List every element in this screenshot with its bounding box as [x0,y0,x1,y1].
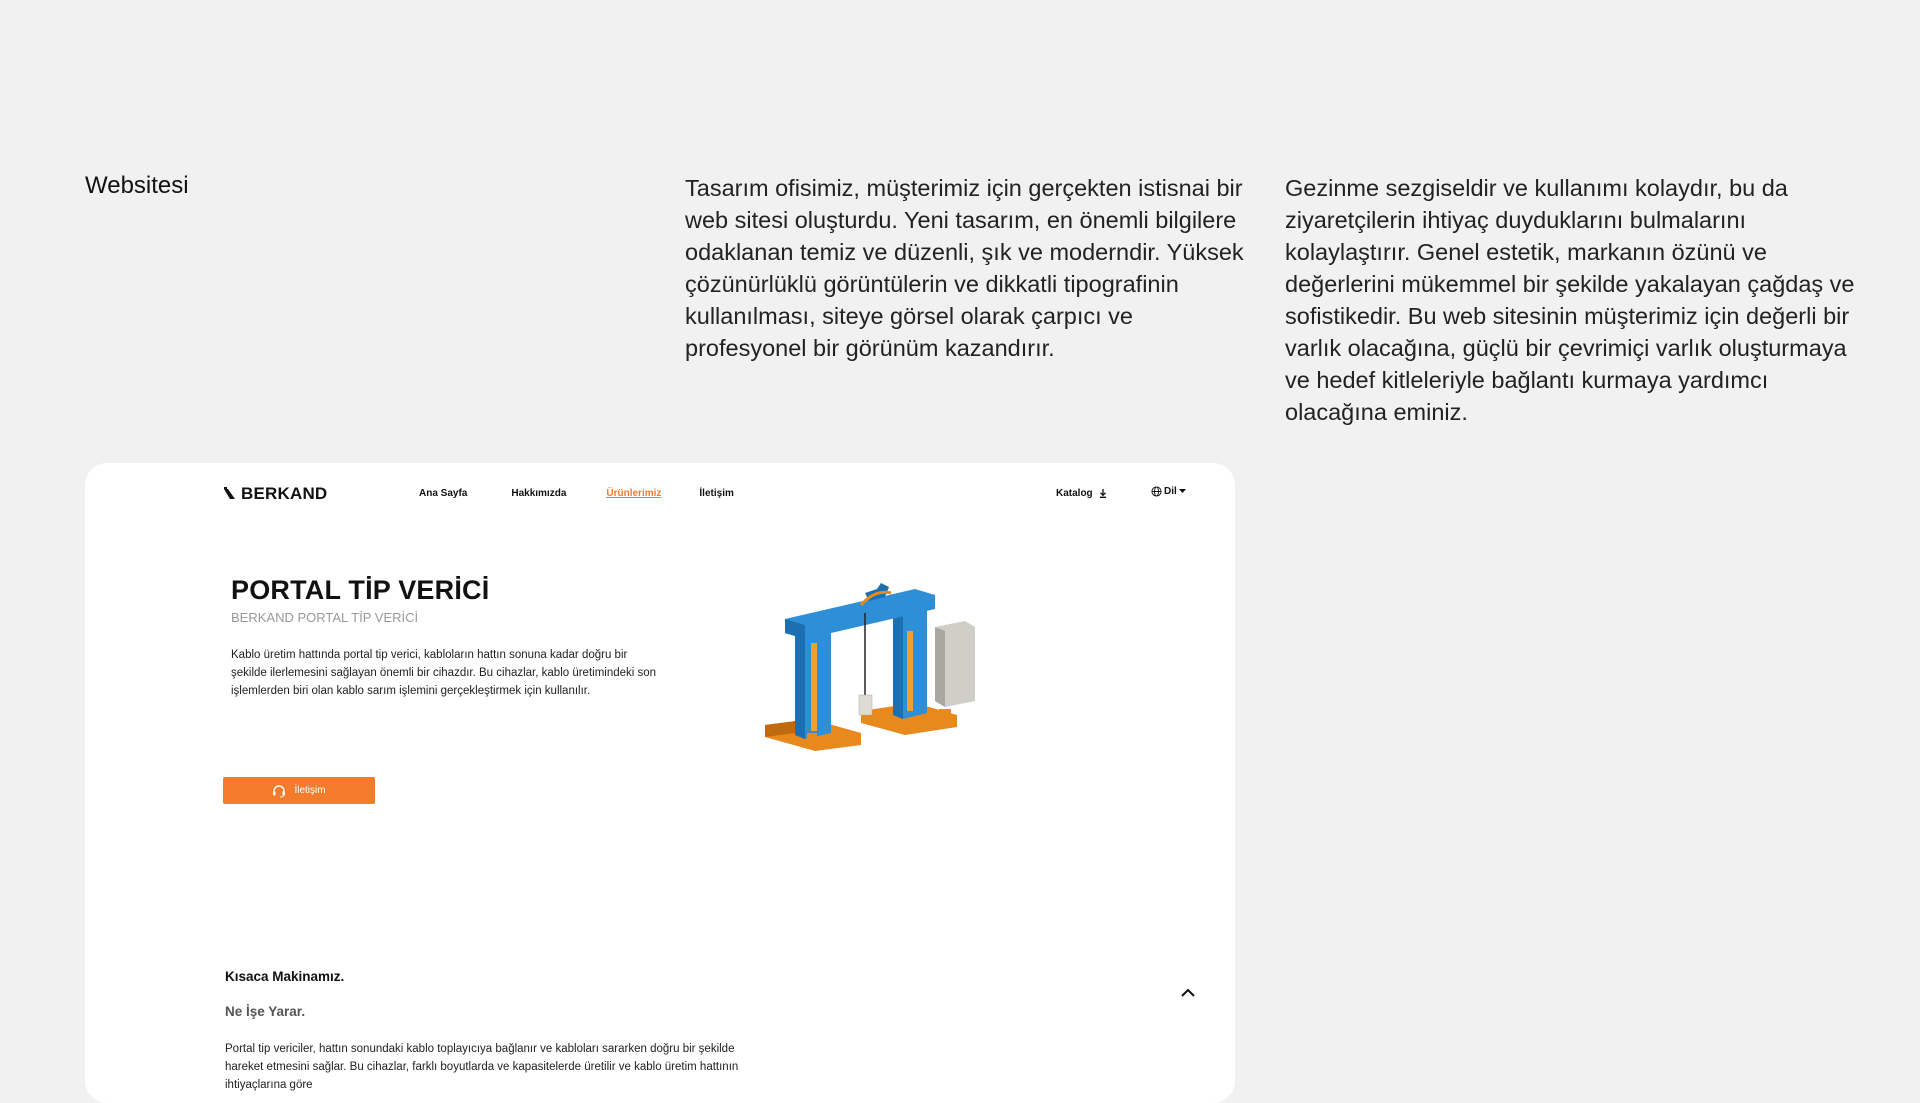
globe-icon [1151,486,1162,497]
katalog-download-link[interactable]: Katalog [1056,488,1107,499]
contact-button[interactable]: İletişim [223,777,375,804]
main-nav: Ana Sayfa Hakkımızda Ürünlerimiz İletişi… [419,488,734,499]
nav-iletisim[interactable]: İletişim [699,488,733,499]
section-title: Websitesi [85,172,189,199]
nav-hakkimizda[interactable]: Hakkımızda [511,488,566,499]
download-icon [1099,489,1106,498]
chevron-up-icon[interactable] [1178,983,1198,1003]
nav-ana-sayfa[interactable]: Ana Sayfa [419,488,467,499]
language-selector[interactable]: Dil [1151,486,1186,497]
product-subtitle: BERKAND PORTAL TİP VERİCİ [231,610,419,625]
product-title: PORTAL TİP VERİCİ [231,575,490,605]
section-subheading: Ne İşe Yarar. [225,1004,306,1019]
brand-name: BERKAND [241,484,328,503]
website-mockup: BERKAND Ana Sayfa Hakkımızda Ürünlerimiz… [85,463,1235,1103]
section-body-text: Portal tip vericiler, hattın sonundaki k… [225,1043,739,1091]
intro-paragraph-right: Gezinme sezgiseldir ve kullanımı kolaydı… [1285,175,1855,425]
caret-down-icon [1178,489,1186,493]
nav-urunlerimiz[interactable]: Ürünlerimiz [606,488,661,499]
product-description: Kablo üretim hattında portal tip verici,… [231,649,657,697]
language-label: Dil [1164,486,1177,497]
logo-mark-icon [224,487,235,499]
section-heading: Kısaca Makinamız. [225,969,345,984]
intro-paragraph-left: Tasarım ofisimiz, müşterimiz için gerçek… [685,175,1244,361]
katalog-label: Katalog [1056,488,1093,499]
portal-machine-illustration [765,583,975,751]
brand-logo[interactable]: BERKAND [223,484,327,504]
contact-button-label: İletişim [294,785,326,796]
headset-icon [273,784,286,797]
